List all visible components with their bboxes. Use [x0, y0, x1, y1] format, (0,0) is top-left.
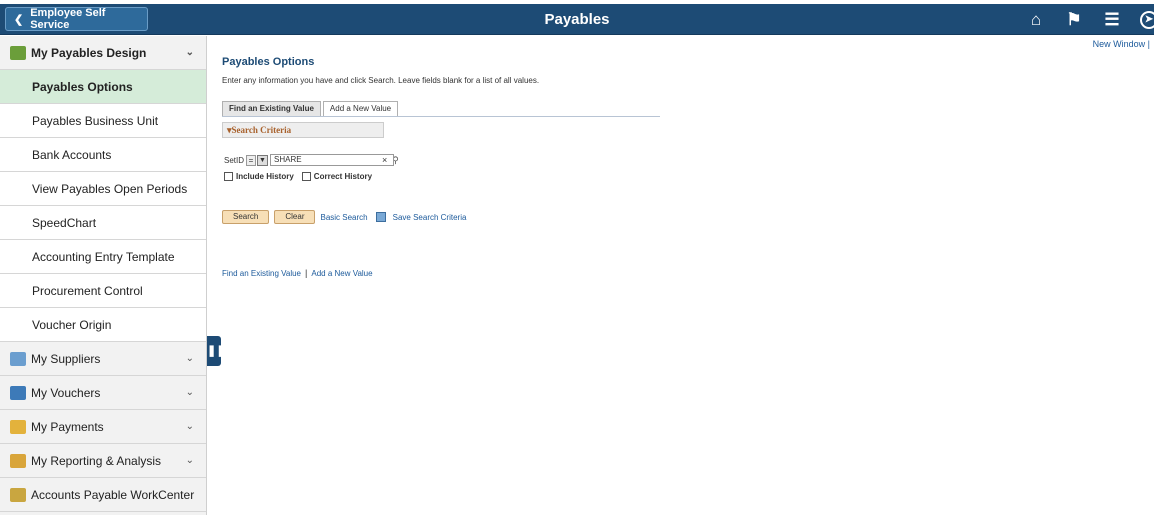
chevron-down-icon: ⌄: [185, 455, 194, 466]
sidebar-group-suppliers[interactable]: My Suppliers ⌄: [0, 342, 206, 376]
sidebar-item-label: SpeedChart: [32, 215, 97, 230]
tab-add-new[interactable]: Add a New Value: [322, 101, 399, 116]
bottom-link-add-new[interactable]: Add a New Value: [311, 269, 372, 278]
search-criteria-label: Search Criteria: [231, 125, 292, 135]
instructions-text: Enter any information you have and click…: [222, 76, 540, 85]
chevron-down-icon: ⌄: [185, 47, 194, 58]
sidebar-group-label: My Suppliers: [31, 351, 101, 366]
chevron-left-icon: ❮: [14, 13, 24, 26]
menu-icon[interactable]: ☰: [1102, 10, 1122, 30]
chevron-down-icon: ⌄: [185, 353, 194, 364]
sidebar-item-voucher-origin[interactable]: Voucher Origin: [0, 308, 206, 342]
compass-icon[interactable]: ➤: [1140, 10, 1154, 29]
sidebar-item-label: Payables Business Unit: [32, 113, 159, 128]
sidebar-group-vouchers[interactable]: My Vouchers ⌄: [0, 376, 206, 410]
setid-label: SetID: [224, 155, 245, 165]
page-title: Payables Options: [222, 56, 315, 68]
search-tabs: Find an Existing Value Add a New Value: [222, 101, 400, 116]
payments-icon: [10, 419, 26, 434]
search-actions: Search Clear Basic Search Save Search Cr…: [222, 210, 466, 224]
sidebar-item-label: Accounting Entry Template: [32, 249, 175, 264]
sidebar-item-procurement-control[interactable]: Procurement Control: [0, 274, 206, 308]
new-window-link[interactable]: New Window |: [1093, 39, 1150, 49]
sidebar-group-label: My Payables Design: [31, 45, 147, 60]
back-button-label: Employee Self Service: [30, 7, 106, 31]
search-button[interactable]: Search: [222, 210, 270, 224]
home-icon[interactable]: ⌂: [1026, 10, 1046, 30]
sidebar-group-label: My Vouchers: [31, 385, 101, 400]
workcenter-icon: [10, 487, 26, 502]
correct-history-checkbox[interactable]: [301, 172, 311, 181]
sidebar-group-label: My Payments: [31, 419, 104, 434]
link-separator: |: [305, 268, 308, 278]
search-criteria-header[interactable]: ▾Search Criteria: [222, 122, 384, 138]
clear-button[interactable]: Clear: [274, 210, 316, 224]
sidebar-group-workcenter[interactable]: Accounts Payable WorkCenter: [0, 478, 206, 512]
flag-icon[interactable]: ⚑: [1064, 10, 1084, 30]
setid-operator: =: [246, 154, 257, 166]
basic-search-link[interactable]: Basic Search: [320, 213, 367, 222]
tab-find-existing[interactable]: Find an Existing Value: [222, 101, 321, 116]
sidebar-item-open-periods[interactable]: View Payables Open Periods: [0, 172, 206, 206]
setid-row: SetID = ▼ SHARE × ⚲: [224, 154, 399, 166]
history-checkboxes: Include History Correct History: [224, 172, 380, 181]
sidebar-group-payables-design[interactable]: My Payables Design ⌄: [0, 36, 206, 70]
bottom-link-find-existing[interactable]: Find an Existing Value: [222, 269, 301, 278]
tab-divider: [222, 116, 660, 117]
sidebar-item-payables-options[interactable]: Payables Options: [0, 70, 206, 104]
sidebar-item-accounting-entry-template[interactable]: Accounting Entry Template: [0, 240, 206, 274]
sidebar-group-payments[interactable]: My Payments ⌄: [0, 410, 206, 444]
chevron-down-icon: ⌄: [185, 387, 194, 398]
sidebar-item-label: Bank Accounts: [32, 147, 112, 162]
top-banner: Payables ❮ Employee Self Service ⌂ ⚑ ☰ ➤: [0, 4, 1154, 35]
save-search-icon[interactable]: [375, 212, 386, 222]
save-search-link[interactable]: Save Search Criteria: [393, 213, 467, 222]
sidebar-item-label: Voucher Origin: [32, 317, 112, 332]
sidebar: My Payables Design ⌄ Payables Options Pa…: [0, 36, 207, 515]
sidebar-item-label: Payables Options: [32, 79, 133, 94]
include-history-checkbox[interactable]: [224, 172, 233, 181]
back-button[interactable]: ❮ Employee Self Service: [5, 7, 148, 31]
setid-input[interactable]: SHARE: [270, 154, 395, 166]
sidebar-group-label: Accounts Payable WorkCenter: [31, 487, 195, 502]
include-history-label: Include History: [236, 172, 294, 181]
sidebar-item-bank-accounts[interactable]: Bank Accounts: [0, 138, 206, 172]
suppliers-icon: [10, 351, 26, 366]
sidebar-group-label: My Reporting & Analysis: [31, 453, 162, 468]
top-icons: ⌂ ⚑ ☰ ➤: [1008, 4, 1154, 35]
main-content: New Window | Payables Options Enter any …: [208, 36, 1154, 515]
sidebar-item-label: View Payables Open Periods: [32, 181, 188, 196]
sidebar-item-speedchart[interactable]: SpeedChart: [0, 206, 206, 240]
correct-history-label: Correct History: [313, 172, 373, 181]
reporting-icon: [10, 453, 26, 468]
page-banner-title: Payables: [544, 11, 610, 28]
bottom-links: Find an Existing Value | Add a New Value: [222, 268, 373, 278]
sidebar-group-reporting[interactable]: My Reporting & Analysis ⌄: [0, 444, 206, 478]
chevron-down-icon: ⌄: [185, 421, 194, 432]
vouchers-icon: [10, 385, 26, 400]
sidebar-item-label: Procurement Control: [32, 283, 143, 298]
operator-dropdown[interactable]: ▼: [257, 154, 269, 166]
sidebar-item-payables-business-unit[interactable]: Payables Business Unit: [0, 104, 206, 138]
payables-design-icon: [10, 45, 26, 60]
